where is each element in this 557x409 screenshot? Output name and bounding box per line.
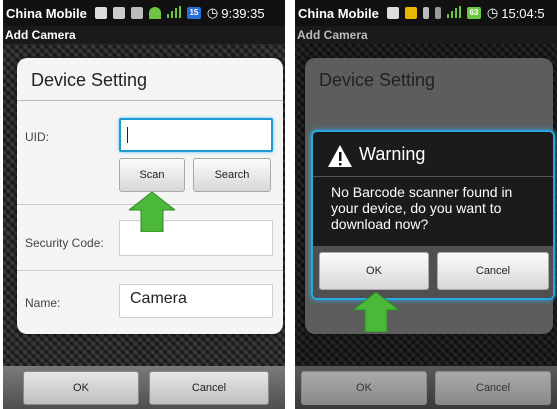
status-icons: 63 bbox=[386, 5, 481, 21]
message-icon bbox=[112, 7, 125, 19]
arrow-up-icon bbox=[353, 292, 399, 332]
uid-input[interactable] bbox=[119, 118, 273, 152]
name-input[interactable]: Camera bbox=[119, 284, 273, 318]
clock-icon: ◷ bbox=[206, 5, 219, 20]
status-carrier: China Mobile bbox=[6, 5, 87, 21]
status-carrier: China Mobile bbox=[298, 5, 379, 21]
clock-icon: ◷ bbox=[486, 5, 499, 20]
dialog-title: Device Setting bbox=[31, 70, 148, 90]
divider bbox=[313, 176, 553, 177]
divider bbox=[17, 270, 283, 271]
warning-cancel-button[interactable]: Cancel bbox=[437, 252, 549, 290]
add-icon bbox=[386, 7, 399, 19]
text-caret bbox=[127, 127, 128, 143]
warning-button-bar: OK Cancel bbox=[313, 246, 553, 298]
bottom-button-bar: OK Cancel bbox=[3, 366, 285, 409]
warning-icon bbox=[328, 145, 352, 167]
warning-ok-button[interactable]: OK bbox=[319, 252, 429, 290]
left-screen: China Mobile 15 ◷ 9:39:35 Add Camera Dev… bbox=[3, 0, 285, 409]
bottom-button-bar: OK Cancel bbox=[295, 366, 557, 409]
signal-icon bbox=[446, 5, 461, 21]
battery-icon: 15 bbox=[186, 7, 201, 19]
warning-message: No Barcode scanner found in your device,… bbox=[331, 184, 513, 232]
name-label: Name: bbox=[25, 296, 61, 310]
usb-icon bbox=[130, 7, 143, 19]
status-bar: China Mobile 15 ◷ 9:39:35 bbox=[3, 0, 285, 26]
scan-button[interactable]: Scan bbox=[119, 158, 185, 192]
cancel-button[interactable]: Cancel bbox=[149, 371, 269, 405]
notification-icon bbox=[94, 7, 107, 19]
battery-icon: 63 bbox=[466, 7, 481, 19]
status-time: 9:39:35 bbox=[221, 5, 265, 21]
app-title: Add Camera bbox=[3, 26, 285, 44]
status-bar: China Mobile 63 ◷ 15:04:5 bbox=[295, 0, 557, 26]
cancel-button[interactable]: Cancel bbox=[435, 371, 551, 405]
divider bbox=[17, 100, 283, 101]
warning-dialog: Warning No Barcode scanner found in your… bbox=[311, 130, 555, 300]
search-button[interactable]: Search bbox=[193, 158, 271, 192]
wifi-icon bbox=[434, 7, 441, 19]
right-screen: China Mobile 63 ◷ 15:04:5 Add Camera Dev… bbox=[295, 0, 557, 409]
status-time: 15:04:5 bbox=[501, 5, 545, 21]
name-value: Camera bbox=[130, 290, 187, 307]
ok-button[interactable]: OK bbox=[23, 371, 139, 405]
usb-icon bbox=[422, 7, 429, 19]
app-title: Add Camera bbox=[295, 26, 557, 44]
arrow-up-icon bbox=[129, 192, 175, 232]
ok-button[interactable]: OK bbox=[301, 371, 427, 405]
status-icons: 15 bbox=[94, 5, 201, 21]
security-code-label: Security Code: bbox=[25, 236, 104, 250]
uid-label: UID: bbox=[25, 130, 49, 144]
warning-title: Warning bbox=[359, 144, 426, 164]
signal-icon bbox=[166, 5, 181, 21]
wifi-icon bbox=[148, 7, 161, 19]
notification-icon bbox=[404, 7, 417, 19]
